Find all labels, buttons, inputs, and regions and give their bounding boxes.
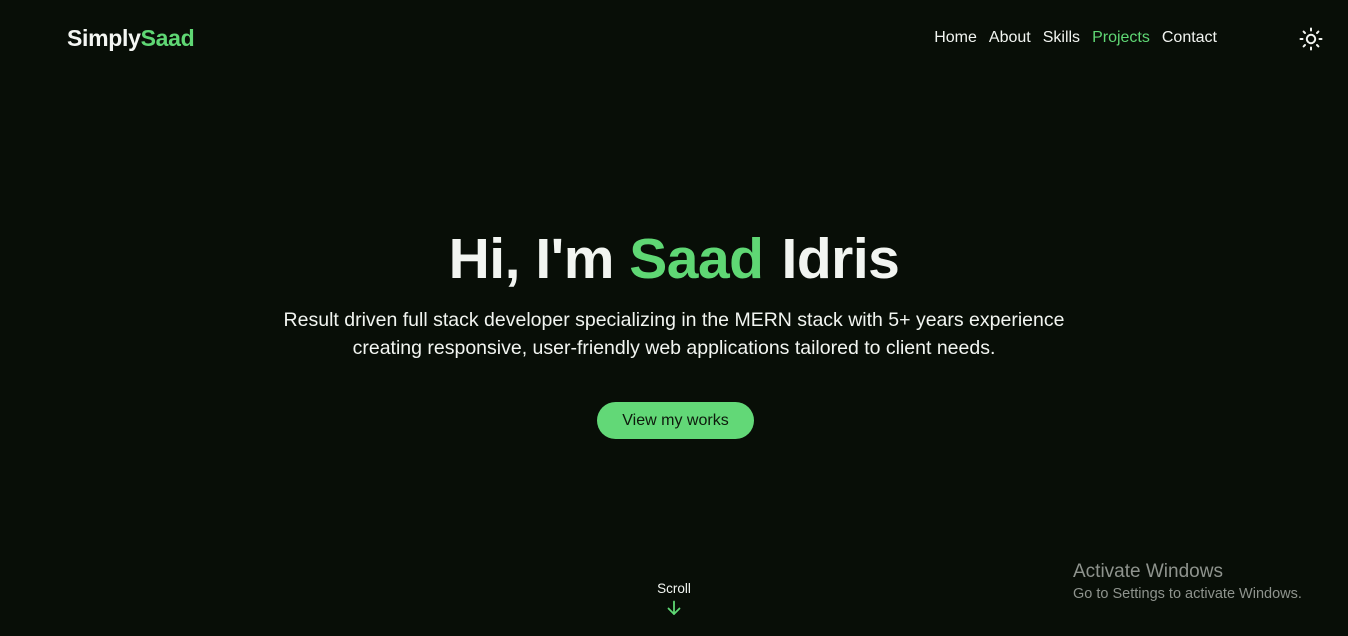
arrow-down-icon <box>667 600 681 615</box>
hero-first-name: Saad <box>629 227 764 291</box>
scroll-indicator[interactable]: Scroll <box>624 580 724 616</box>
windows-activation-watermark: Activate Windows Go to Settings to activ… <box>1073 562 1302 602</box>
watermark-title: Activate Windows <box>1073 561 1223 582</box>
scroll-label: Scroll <box>657 581 691 596</box>
hero-last-name: Idris <box>781 227 900 291</box>
watermark-subtitle: Go to Settings to activate Windows. <box>1073 586 1302 602</box>
hero-greeting: Hi, I'm <box>448 227 615 291</box>
page: SimplySaad Home About Skills Projects Co… <box>0 0 1348 636</box>
hero-description: Result driven full stack developer speci… <box>283 309 1065 359</box>
hero-title: Hi, I'm Saad Idris <box>0 222 1348 296</box>
hero-section: Hi, I'm Saad Idris Result driven full sta… <box>0 0 1348 636</box>
view-works-button[interactable]: View my works <box>597 402 754 439</box>
